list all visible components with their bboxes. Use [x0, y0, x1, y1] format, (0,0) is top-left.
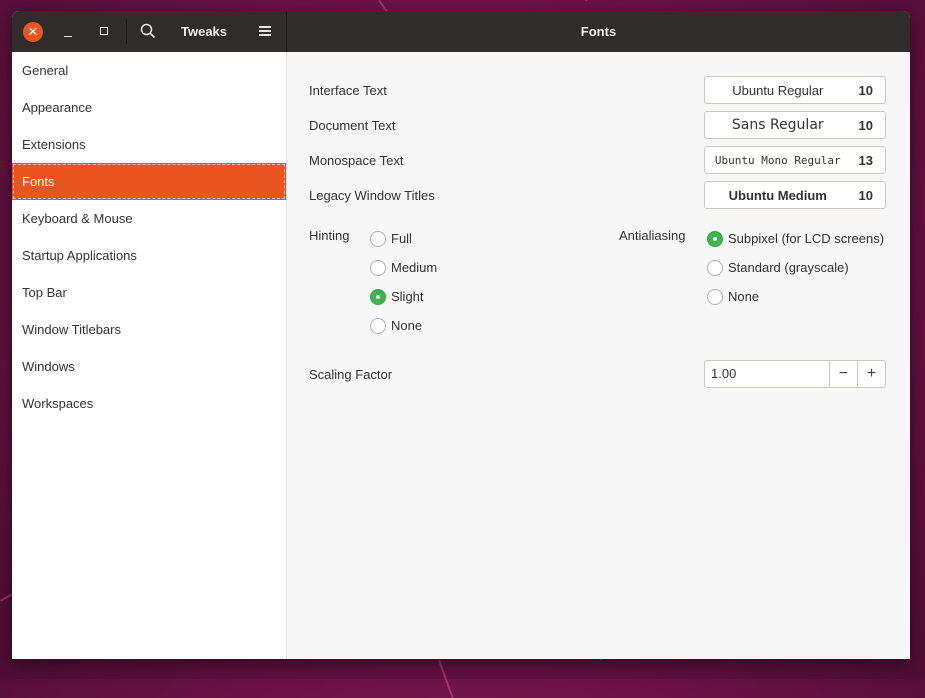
- scaling-factor-label: Scaling Factor: [309, 367, 393, 382]
- antialiasing-subpixel-label[interactable]: Subpixel (for LCD screens): [728, 231, 884, 246]
- page-title: Fonts: [580, 24, 617, 39]
- header-separator: [126, 19, 127, 44]
- search-button[interactable]: [140, 23, 156, 39]
- interface-font-size: 10: [858, 82, 873, 98]
- sidebar-item-extensions[interactable]: Extensions: [12, 126, 286, 163]
- document-font-size: 10: [858, 117, 873, 133]
- header-bar: ✕ Tweaks Fonts: [12, 11, 910, 52]
- sidebar-item-general[interactable]: General: [12, 52, 286, 89]
- sidebar-item-window-titlebars[interactable]: Window Titlebars: [12, 311, 286, 348]
- monospace-font-button[interactable]: Ubuntu Mono Regular 13: [704, 146, 886, 174]
- app-title: Tweaks: [181, 24, 228, 39]
- minimize-button[interactable]: [64, 24, 74, 38]
- antialiasing-none-label[interactable]: None: [728, 289, 759, 304]
- sidebar-item-workspaces[interactable]: Workspaces: [12, 385, 286, 422]
- legacy-titles-label: Legacy Window Titles: [309, 188, 435, 203]
- fonts-panel: Interface Text Ubuntu Regular 10 Documen…: [287, 52, 910, 659]
- document-font-name: Sans Regular: [731, 117, 824, 133]
- hinting-medium-label[interactable]: Medium: [391, 260, 437, 275]
- sidebar-item-fonts[interactable]: Fonts: [12, 163, 286, 200]
- hinting-full-radio[interactable]: [370, 231, 386, 247]
- scaling-increment-button[interactable]: +: [857, 360, 886, 388]
- hinting-medium-radio[interactable]: [370, 260, 386, 276]
- sidebar-item-keyboard-mouse[interactable]: Keyboard & Mouse: [12, 200, 286, 237]
- document-font-button[interactable]: Sans Regular 10: [704, 111, 886, 139]
- legacy-font-button[interactable]: Ubuntu Medium 10: [704, 181, 886, 209]
- hinting-full-label[interactable]: Full: [391, 231, 412, 246]
- monospace-font-name: Ubuntu Mono Regular: [714, 153, 841, 167]
- interface-text-label: Interface Text: [309, 83, 387, 98]
- interface-font-name: Ubuntu Regular: [732, 82, 824, 98]
- legacy-font-name: Ubuntu Medium: [728, 187, 827, 203]
- sidebar-item-appearance[interactable]: Appearance: [12, 89, 286, 126]
- antialiasing-none-radio[interactable]: [707, 289, 723, 305]
- search-icon: [140, 23, 156, 39]
- close-icon: ✕: [27, 24, 39, 39]
- antialiasing-subpixel-radio[interactable]: [707, 231, 723, 247]
- hinting-slight-radio[interactable]: [370, 289, 386, 305]
- sidebar-header: ✕ Tweaks: [12, 11, 287, 52]
- wallpaper-line: [585, 0, 607, 1]
- monospace-font-size: 13: [858, 152, 873, 168]
- hinting-none-radio[interactable]: [370, 318, 386, 334]
- close-button[interactable]: ✕: [23, 22, 43, 42]
- menu-button[interactable]: [259, 26, 271, 36]
- scaling-decrement-button[interactable]: −: [829, 360, 858, 388]
- document-text-label: Document Text: [309, 118, 396, 133]
- hinting-slight-label[interactable]: Slight: [391, 289, 424, 304]
- sidebar-item-top-bar[interactable]: Top Bar: [12, 274, 286, 311]
- sidebar-item-startup-applications[interactable]: Startup Applications: [12, 237, 286, 274]
- legacy-font-size: 10: [858, 187, 873, 203]
- maximize-button[interactable]: [100, 27, 108, 35]
- scaling-factor-input[interactable]: 1.00: [704, 360, 830, 388]
- monospace-text-label: Monospace Text: [309, 153, 404, 168]
- antialiasing-standard-label[interactable]: Standard (grayscale): [728, 260, 849, 275]
- interface-font-button[interactable]: Ubuntu Regular 10: [704, 76, 886, 104]
- hinting-label: Hinting: [309, 228, 350, 243]
- antialiasing-standard-radio[interactable]: [707, 260, 723, 276]
- sidebar-item-windows[interactable]: Windows: [12, 348, 286, 385]
- hinting-none-label[interactable]: None: [391, 318, 422, 333]
- tweaks-window: ✕ Tweaks Fonts General Appearance Extens…: [12, 11, 910, 659]
- wallpaper-line: [438, 660, 454, 698]
- antialiasing-label: Antialiasing: [619, 228, 686, 243]
- sidebar: General Appearance Extensions Fonts Keyb…: [12, 52, 287, 659]
